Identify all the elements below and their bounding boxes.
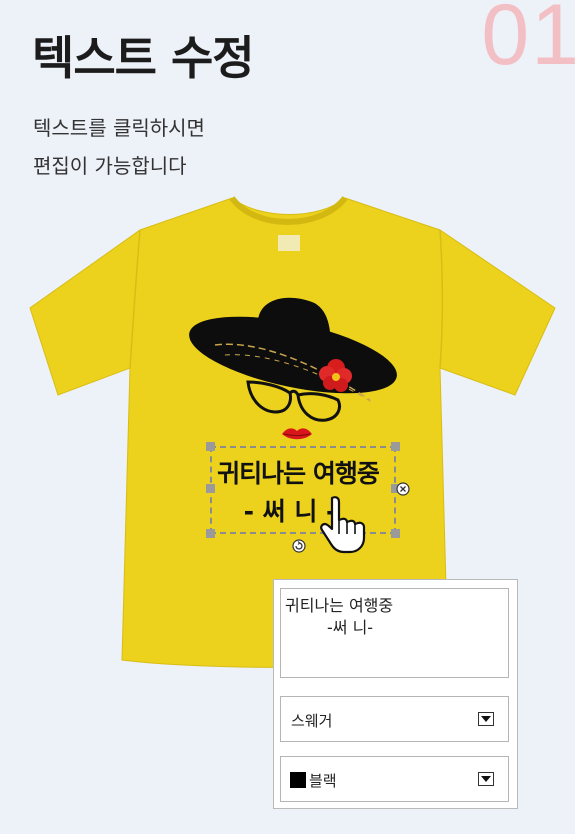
color-select-value: 블랙 (309, 772, 337, 790)
description-line-2: 편집이 가능합니다 (33, 154, 187, 178)
color-swatch (290, 772, 306, 788)
description-line-1: 텍스트를 클릭하시면 (33, 116, 205, 140)
dropdown-arrow-icon[interactable] (478, 772, 494, 786)
dropdown-arrow-icon[interactable] (478, 712, 494, 726)
page-title: 텍스트 수정 (32, 31, 255, 85)
rotate-icon[interactable] (292, 539, 306, 553)
text-input-line-2: -써 니- (327, 618, 374, 637)
brand-label (278, 235, 300, 251)
resize-handle-bottom-right[interactable] (391, 529, 400, 538)
text-editor-panel: 귀티나는 여행중 -써 니- 스웨거 블랙 (273, 579, 518, 809)
step-number: 01 (481, 0, 575, 83)
resize-handle-bottom-left[interactable] (206, 529, 215, 538)
resize-handle-middle-left[interactable] (206, 484, 215, 493)
text-input-area[interactable]: 귀티나는 여행중 -써 니- (280, 588, 509, 678)
color-select[interactable]: 블랙 (280, 756, 509, 802)
resize-handle-top-right[interactable] (391, 442, 400, 451)
close-icon[interactable] (396, 482, 410, 496)
text-input-line-1: 귀티나는 여행중 (285, 596, 394, 615)
resize-handle-top-left[interactable] (206, 442, 215, 451)
hand-pointer-icon (320, 496, 366, 554)
font-select-value: 스웨거 (291, 712, 333, 730)
font-select[interactable]: 스웨거 (280, 696, 509, 742)
